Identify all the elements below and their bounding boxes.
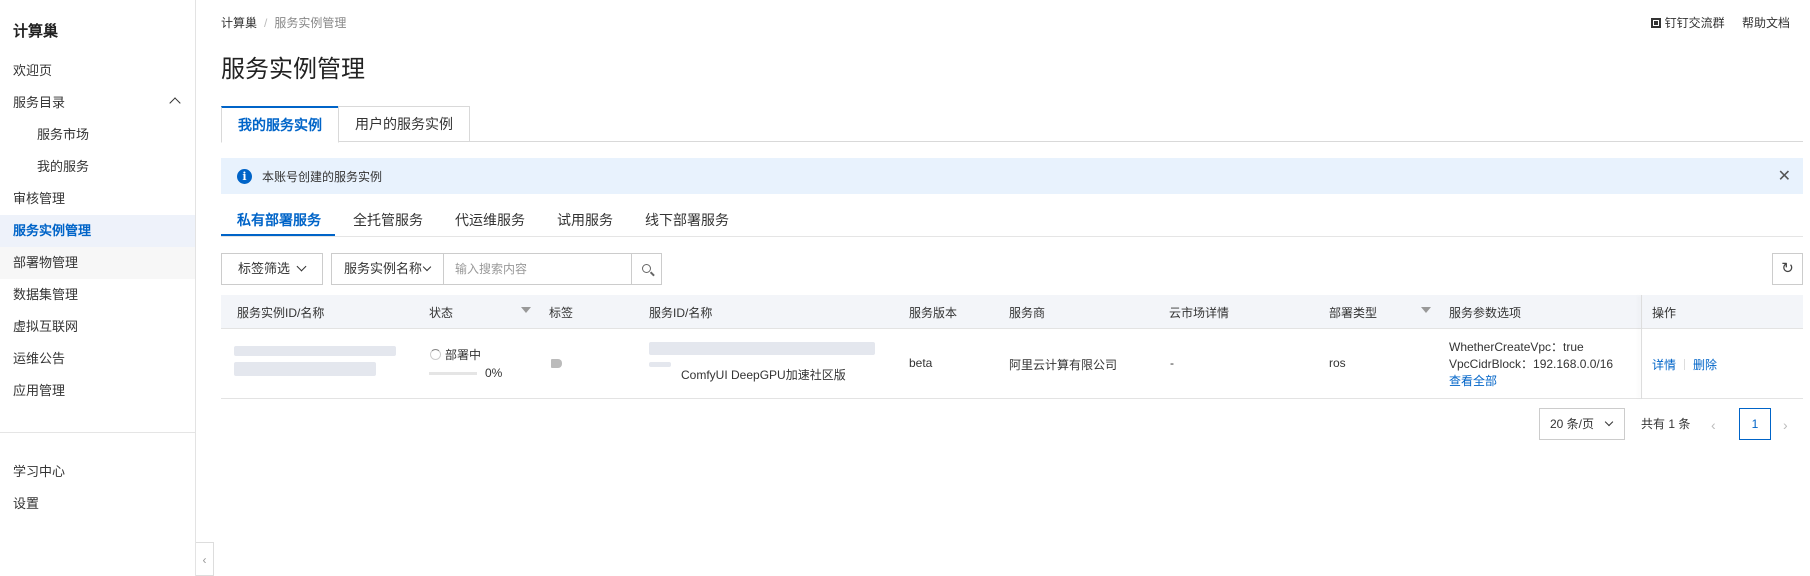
deploy-type: ros	[1329, 356, 1346, 370]
info-icon: i	[237, 169, 252, 184]
tag-icon[interactable]	[551, 359, 562, 368]
breadcrumb-separator: /	[264, 16, 268, 30]
column-market-details: 云市场详情	[1169, 306, 1230, 320]
sidebar-item-learning-center[interactable]: 学习中心	[0, 456, 195, 488]
redacted-service-id	[649, 342, 875, 355]
column-status: 状态	[429, 306, 454, 320]
search-input[interactable]: 输入搜索内容	[443, 253, 632, 285]
total-count: 共有 1 条	[1641, 417, 1691, 431]
chevron-down-icon	[422, 262, 432, 272]
help-docs-link[interactable]: 帮助文档	[1742, 16, 1790, 30]
chevron-down-icon	[296, 261, 307, 272]
progress-bar	[429, 372, 477, 375]
column-version: 服务版本	[909, 306, 958, 320]
column-tags: 标签	[549, 306, 574, 320]
service-name: ComfyUI DeepGPU加速社区版	[681, 368, 846, 382]
column-instance-id: 服务实例ID/名称	[237, 306, 325, 320]
filter-icon[interactable]	[1421, 307, 1431, 313]
tag-filter-button[interactable]: 标签筛选	[221, 253, 323, 285]
dingtalk-group-link[interactable]: 钉钉交流群	[1650, 16, 1725, 30]
actions-column-divider	[1641, 295, 1642, 399]
top-links: 钉钉交流群 帮助文档	[1637, 14, 1790, 31]
chevron-down-icon	[1604, 417, 1614, 427]
param-whether-create-vpc: WhetherCreateVpc：true	[1449, 340, 1584, 354]
info-alert: i 本账号创建的服务实例 ✕	[221, 158, 1803, 194]
sidebar-item-label: 服务目录	[13, 95, 66, 110]
service-version: beta	[909, 356, 933, 370]
progress-percent: 0%	[485, 366, 503, 380]
qrcode-icon	[1650, 18, 1661, 28]
service-logo	[649, 362, 671, 367]
dingtalk-label: 钉钉交流群	[1664, 16, 1725, 30]
page-number-current[interactable]: 1	[1739, 408, 1771, 440]
active-tab-indicator	[221, 234, 335, 236]
filter-icon[interactable]	[521, 307, 531, 313]
status-text: 部署中	[445, 348, 482, 362]
prev-page-icon[interactable]: ‹	[1711, 417, 1716, 433]
sidebar-item-service-market[interactable]: 服务市场	[0, 119, 195, 151]
search-icon	[642, 264, 651, 273]
sidebar: 计算巢 欢迎页 服务目录 服务市场 我的服务 审核管理 服务实例管理 部署物管理…	[0, 0, 196, 576]
tab-offline-deployment[interactable]: 线下部署服务	[645, 210, 729, 230]
redacted-instance-id	[234, 346, 396, 356]
sidebar-collapse-button[interactable]: ‹	[196, 542, 214, 576]
search-field-label: 服务实例名称	[344, 261, 423, 276]
sidebar-item-my-services[interactable]: 我的服务	[0, 151, 195, 183]
sidebar-item-instance-management[interactable]: 服务实例管理	[0, 215, 195, 247]
sidebar-divider	[0, 432, 195, 433]
page-size-select[interactable]: 20 条/页	[1539, 408, 1625, 440]
search-field-select[interactable]: 服务实例名称	[331, 253, 444, 285]
status-label: 部署中	[430, 346, 481, 363]
row-actions: 详情 删除	[1652, 356, 1717, 373]
sidebar-item-welcome[interactable]: 欢迎页	[0, 55, 195, 87]
sidebar-item-review[interactable]: 审核管理	[0, 183, 195, 215]
loading-icon	[430, 349, 441, 360]
column-actions: 操作	[1652, 306, 1677, 320]
chevron-up-icon	[169, 97, 181, 109]
search-button[interactable]	[631, 253, 662, 285]
tag-filter-label: 标签筛选	[238, 261, 291, 276]
sidebar-item-ops-notice[interactable]: 运维公告	[0, 343, 195, 375]
param-vpc-cidr-block: VpcCidrBlock：192.168.0.0/16	[1449, 357, 1614, 371]
main-tabs: 我的服务实例 用户的服务实例	[221, 106, 1803, 143]
sidebar-item-settings[interactable]: 设置	[0, 488, 195, 520]
brand-title: 计算巢	[13, 23, 59, 40]
sidebar-item-artifacts[interactable]: 部署物管理	[0, 247, 195, 279]
tab-trial[interactable]: 试用服务	[557, 210, 613, 230]
refresh-button[interactable]: ↻	[1772, 253, 1803, 285]
breadcrumb-current: 服务实例管理	[274, 16, 347, 30]
tab-managed-ops[interactable]: 代运维服务	[455, 210, 525, 230]
sidebar-item-virtual-network[interactable]: 虚拟互联网	[0, 311, 195, 343]
page-title: 服务实例管理	[221, 56, 365, 83]
delete-link[interactable]: 删除	[1693, 358, 1717, 372]
breadcrumb: 计算巢 / 服务实例管理	[221, 14, 346, 31]
next-page-icon[interactable]: ›	[1783, 417, 1788, 433]
sub-tabs: 私有部署服务 全托管服务 代运维服务 试用服务 线下部署服务	[221, 206, 1803, 237]
column-service-id: 服务ID/名称	[649, 306, 713, 320]
column-params: 服务参数选项	[1449, 306, 1522, 320]
breadcrumb-root[interactable]: 计算巢	[221, 16, 257, 30]
alert-text: 本账号创建的服务实例	[262, 170, 383, 184]
action-divider	[1684, 359, 1686, 370]
tab-private-deployment[interactable]: 私有部署服务	[237, 210, 321, 230]
tab-user-instances[interactable]: 用户的服务实例	[338, 106, 470, 142]
tab-fully-managed[interactable]: 全托管服务	[353, 210, 423, 230]
redacted-instance-name	[234, 362, 376, 376]
table-header: 服务实例ID/名称 状态 标签 服务ID/名称 服务版本 服务商 云市场详情 部…	[221, 295, 1803, 329]
refresh-icon: ↻	[1781, 260, 1794, 277]
service-provider: 阿里云计算有限公司	[1009, 358, 1118, 372]
page-size-label: 20 条/页	[1550, 417, 1595, 431]
tab-my-instances[interactable]: 我的服务实例	[221, 106, 339, 143]
sidebar-item-app-management[interactable]: 应用管理	[0, 375, 195, 407]
column-deploy-type: 部署类型	[1329, 306, 1378, 320]
view-all-link[interactable]: 查看全部	[1449, 372, 1497, 389]
close-icon[interactable]: ✕	[1778, 166, 1791, 186]
table-row: 部署中 0% ComfyUI DeepGPU加速社区版 beta 阿里云计算有限…	[221, 329, 1803, 399]
sidebar-item-service-catalog[interactable]: 服务目录	[0, 87, 195, 119]
market-details: -	[1170, 356, 1174, 370]
sidebar-item-datasets[interactable]: 数据集管理	[0, 279, 195, 311]
column-provider: 服务商	[1009, 306, 1046, 320]
details-link[interactable]: 详情	[1652, 358, 1676, 372]
